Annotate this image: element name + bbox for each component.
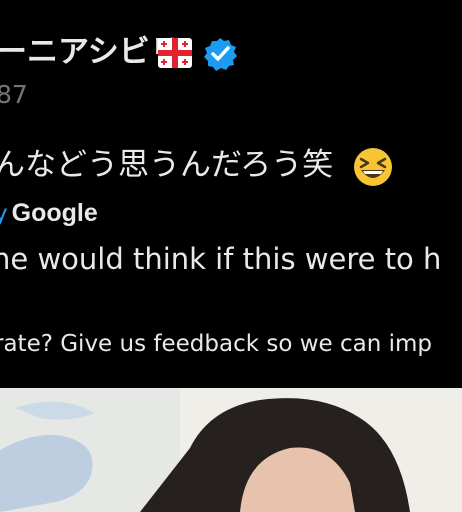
google-logo: Google	[11, 199, 98, 227]
translated-by-google[interactable]: y Google	[0, 198, 98, 229]
translation-feedback-prompt[interactable]: rate? Give us feedback so we can imp	[0, 329, 432, 359]
display-name[interactable]: ーニアシビリ	[0, 34, 181, 70]
georgia-flag-icon	[158, 38, 192, 68]
translated-by-label: y	[0, 201, 8, 227]
grinning-squinting-face-icon	[354, 148, 392, 186]
post-header: ーニアシビリ	[0, 26, 462, 78]
translation-text: ne would think if this were to h	[0, 242, 442, 276]
post-media-image[interactable]	[0, 388, 462, 512]
post-text: んなどう思うんだろう笑	[0, 147, 334, 183]
verified-badge-icon[interactable]	[202, 36, 238, 72]
user-handle[interactable]: 87	[0, 80, 28, 110]
